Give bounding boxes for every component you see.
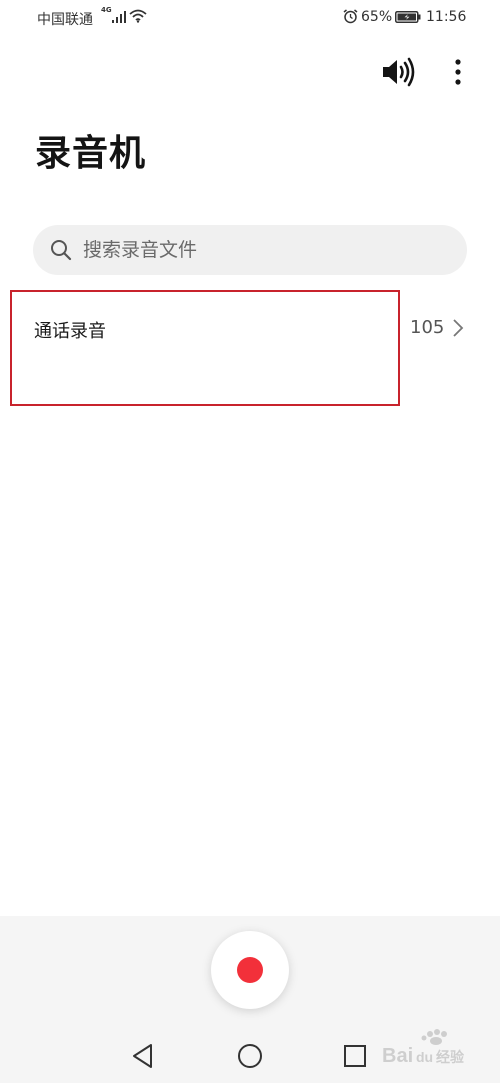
speaker-icon (383, 57, 415, 87)
svg-text:Bai: Bai (382, 1045, 413, 1067)
nav-home-button[interactable] (237, 1043, 263, 1069)
page-title: 录音机 (35, 133, 147, 174)
record-icon (237, 957, 263, 983)
nav-back-button[interactable] (131, 1043, 155, 1069)
record-button[interactable] (211, 931, 289, 1009)
list-item-count: 105 (410, 317, 445, 338)
nav-recent-apps-button[interactable] (343, 1044, 367, 1068)
paw-icon: Bai du 经验 (382, 1029, 465, 1067)
clock: 11:56 (426, 9, 467, 25)
highlight-annotation-box (10, 290, 400, 406)
more-vert-icon (455, 59, 461, 85)
more-options-button[interactable] (446, 56, 470, 88)
search-icon (51, 240, 72, 261)
baidu-watermark-logo: Bai du 经验 (380, 1028, 480, 1068)
search-bar[interactable] (33, 225, 467, 275)
alarm-icon (343, 9, 358, 24)
svg-text:du: du (416, 1049, 433, 1065)
status-bar: 中国联通 4G 65% 11:56 (0, 0, 500, 34)
wifi-icon (129, 9, 147, 23)
speaker-button[interactable] (380, 56, 418, 88)
battery-percent: 65% (361, 9, 393, 25)
svg-text:经验: 经验 (436, 1049, 465, 1066)
search-input[interactable] (83, 225, 453, 275)
battery-icon (395, 11, 421, 23)
chevron-right-icon (453, 319, 464, 337)
carrier-label: 中国联通 (37, 12, 93, 28)
signal-icon (112, 11, 126, 23)
